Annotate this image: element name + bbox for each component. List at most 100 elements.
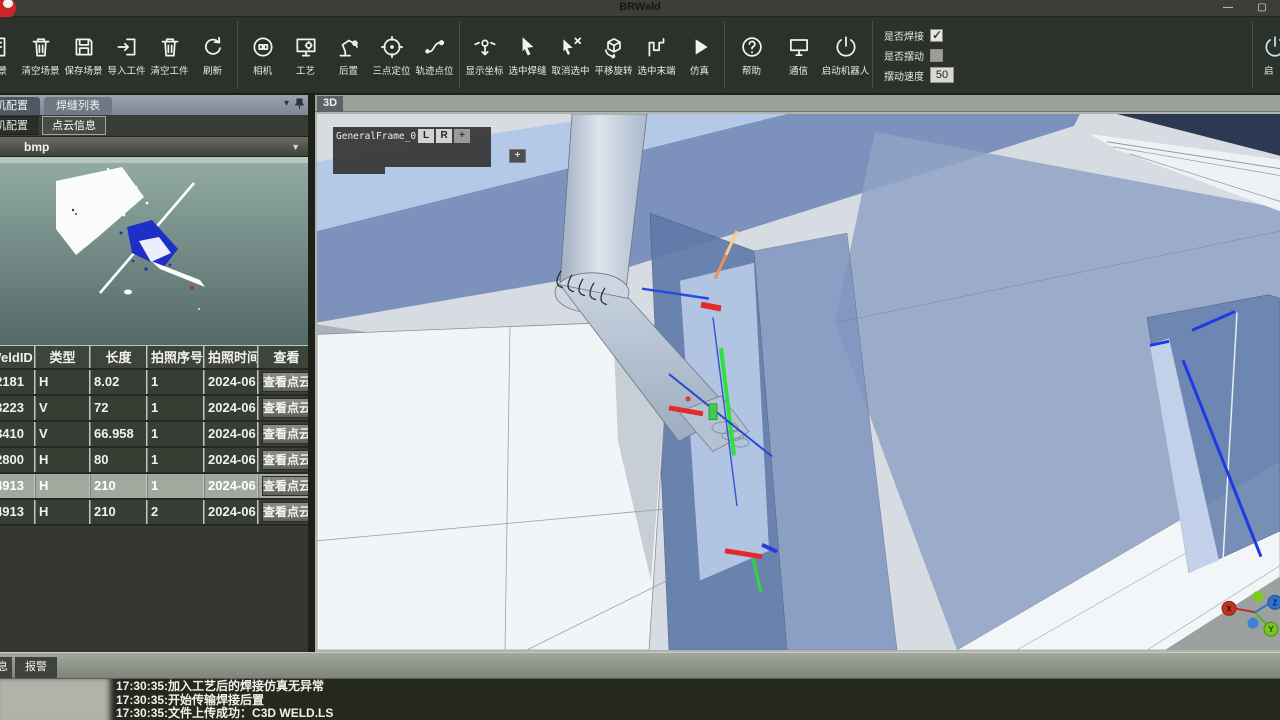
- col-photo-time[interactable]: 拍照时间: [204, 346, 258, 368]
- postprocess-button[interactable]: 后置: [327, 17, 370, 93]
- table-row[interactable]: 3223V7212024-06查看点云: [0, 396, 308, 422]
- refresh-button[interactable]: 刷新: [191, 17, 234, 93]
- swing-speed-input[interactable]: 50: [930, 67, 954, 83]
- left-panel-subbuttons: 相机配置 点云信息: [0, 115, 308, 137]
- view-pointcloud-button[interactable]: 查看点云: [262, 450, 308, 470]
- toolbar-separator: [237, 21, 238, 89]
- clear-part-button[interactable]: 清空工件: [148, 17, 191, 93]
- weld-options: 是否焊接 是否摆动 摆动速度 50: [876, 17, 980, 93]
- col-type[interactable]: 类型: [35, 346, 90, 368]
- camera-button[interactable]: 相机: [241, 17, 284, 93]
- view-pointcloud-button[interactable]: 查看点云: [262, 398, 308, 418]
- robot-arm-icon: [336, 34, 362, 60]
- col-length[interactable]: 长度: [90, 346, 147, 368]
- pointcloud-image: [0, 157, 308, 345]
- maximize-button[interactable]: ▢: [1248, 0, 1276, 16]
- toolbar-group-setup: 相机 工艺 后置 三点定位 轨迹点位: [241, 17, 456, 93]
- toolbar-separator: [459, 21, 460, 89]
- play-icon: [687, 34, 713, 60]
- pin-icon[interactable]: [295, 98, 304, 109]
- log-tabbar: 信息 报警: [0, 652, 1280, 679]
- pointcloud-info-button[interactable]: 点云信息: [42, 116, 106, 135]
- clipped-start-button[interactable]: 启: [1256, 17, 1280, 93]
- tab-info[interactable]: 信息: [0, 657, 12, 678]
- main-toolbar: 场景 清空场景 保存场景 导入工件 清空工件 刷新: [0, 17, 1280, 95]
- start-robot-button[interactable]: 启动机器人: [822, 17, 869, 93]
- scene-button[interactable]: 场景: [0, 17, 19, 93]
- pointcloud-viewer[interactable]: [0, 157, 308, 345]
- left-panel: 相机配置 焊缝列表 ▾ 相机配置 点云信息 bmp ▼: [0, 95, 308, 652]
- window-title: BRWeld: [0, 1, 1280, 13]
- end-effector-icon: [644, 34, 670, 60]
- tab-camera-config[interactable]: 相机配置: [0, 97, 40, 115]
- table-row[interactable]: 2800H8012024-06查看点云: [0, 448, 308, 474]
- select-weld-button[interactable]: 选中焊缝: [506, 17, 549, 93]
- coordinate-icon: [472, 34, 498, 60]
- frame-extra-add-button[interactable]: +: [509, 149, 526, 163]
- show-coordinates-button[interactable]: 显示坐标: [463, 17, 506, 93]
- refresh-icon: [200, 34, 226, 60]
- frame-right-button[interactable]: R: [436, 129, 452, 143]
- svg-text:Y: Y: [1268, 625, 1274, 634]
- camera-config-button[interactable]: 相机配置: [0, 116, 38, 135]
- blurred-region: [0, 679, 110, 720]
- tab-3d[interactable]: 3D: [317, 96, 343, 112]
- target-icon: [379, 34, 405, 60]
- svg-text:Z: Z: [1273, 598, 1278, 607]
- three-point-locate-button[interactable]: 三点定位: [370, 17, 413, 93]
- help-icon: [739, 34, 765, 60]
- minimize-button[interactable]: —: [1214, 0, 1242, 16]
- panel-splitter[interactable]: [308, 95, 315, 652]
- scene-icon: [0, 34, 11, 60]
- select-end-button[interactable]: 选中末端: [635, 17, 678, 93]
- view-pointcloud-button[interactable]: 查看点云: [262, 372, 308, 392]
- cube-rotate-icon: [601, 34, 627, 60]
- weld-enable-checkbox[interactable]: [930, 29, 943, 42]
- frame-left-button[interactable]: L: [418, 129, 434, 143]
- import-part-button[interactable]: 导入工件: [105, 17, 148, 93]
- trash-icon: [157, 34, 183, 60]
- view-pointcloud-button[interactable]: 查看点云: [262, 502, 308, 522]
- process-icon: [293, 34, 319, 60]
- table-row[interactable]: 4913H21022024-06查看点云: [0, 500, 308, 526]
- path-icon: [422, 34, 448, 60]
- title-bar: BRWeld — ▢: [0, 0, 1280, 17]
- swing-enable-label: 是否摆动: [884, 48, 924, 63]
- toolbar-group-scene: 场景 清空场景 保存场景 导入工件 清空工件 刷新: [0, 17, 234, 93]
- view-pointcloud-button[interactable]: 查看点云: [262, 476, 308, 496]
- table-row-selected[interactable]: 4913H21012024-06查看点云: [0, 474, 308, 500]
- log-area[interactable]: 17:30:35:加入工艺后的焊接仿真无异常 17:30:35:开始传输焊接后置…: [0, 679, 1280, 720]
- deselect-button[interactable]: 取消选中: [549, 17, 592, 93]
- left-panel-tabbar: 相机配置 焊缝列表 ▾: [0, 95, 308, 115]
- col-weldid[interactable]: WeldID: [0, 346, 35, 368]
- table-row[interactable]: 2181H8.0212024-06查看点云: [0, 370, 308, 396]
- cursor-x-icon: [558, 34, 584, 60]
- communication-button[interactable]: 通信: [775, 17, 822, 93]
- tab-weld-list[interactable]: 焊缝列表: [44, 97, 112, 115]
- viewport-3d[interactable]: X Z Y GeneralFrame_0 L R + +: [315, 112, 1280, 652]
- clear-scene-button[interactable]: 清空场景: [19, 17, 62, 93]
- simulate-button[interactable]: 仿真: [678, 17, 721, 93]
- help-button[interactable]: 帮助: [728, 17, 775, 93]
- frame-add-button[interactable]: +: [454, 129, 470, 143]
- toolbar-separator: [1252, 21, 1253, 89]
- table-row[interactable]: 3410V66.95812024-06查看点云: [0, 422, 308, 448]
- process-button[interactable]: 工艺: [284, 17, 327, 93]
- pan-rotate-button[interactable]: 平移旋转: [592, 17, 635, 93]
- col-view[interactable]: 查看: [258, 346, 308, 368]
- weld-enable-label: 是否焊接: [884, 28, 924, 43]
- col-photo-seq[interactable]: 拍照序号: [147, 346, 204, 368]
- save-scene-button[interactable]: 保存场景: [62, 17, 105, 93]
- swing-speed-label: 摆动速度: [884, 68, 924, 83]
- tab-alarm[interactable]: 报警: [15, 657, 57, 678]
- trajectory-point-button[interactable]: 轨迹点位: [413, 17, 456, 93]
- view-pointcloud-button[interactable]: 查看点云: [262, 424, 308, 444]
- frame-toolbar: GeneralFrame_0 L R + +: [333, 127, 491, 174]
- toolbar-group-view: 显示坐标 选中焊缝 取消选中 平移旋转 选中末端 仿真: [463, 17, 721, 93]
- toolbar-group-system: 帮助 通信 启动机器人: [728, 17, 869, 93]
- chevron-down-icon[interactable]: ▾: [284, 98, 289, 109]
- image-select-dropdown[interactable]: bmp ▼: [0, 137, 308, 157]
- 3d-scene[interactable]: X Z Y: [317, 114, 1280, 650]
- swing-enable-checkbox[interactable]: [930, 49, 943, 62]
- log-line: 17:30:35:文件上传成功：C3D WELD.LS: [116, 707, 333, 720]
